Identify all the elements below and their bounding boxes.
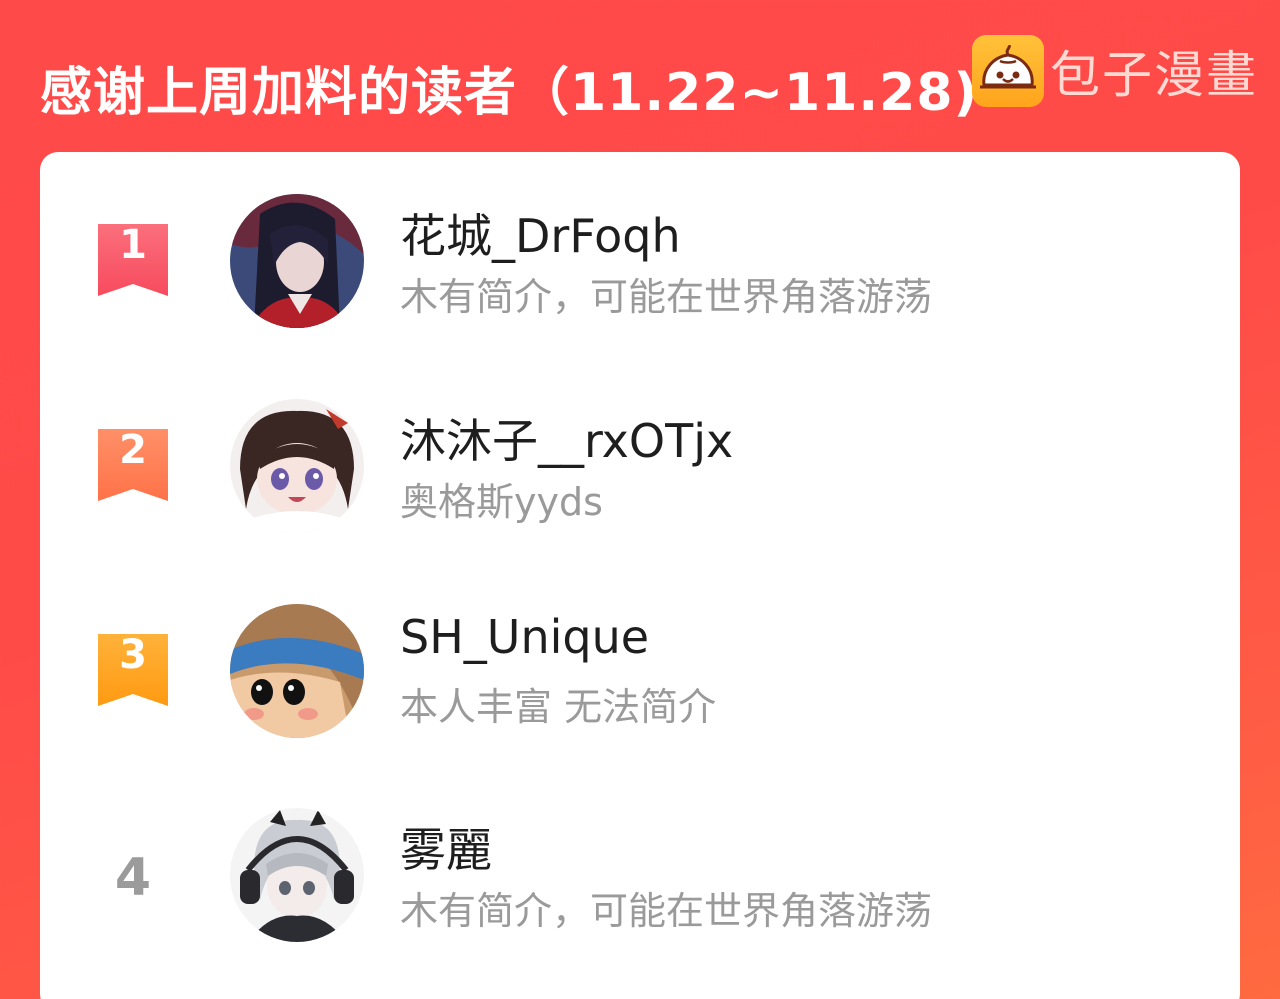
list-item[interactable]: 4 雾麗 木有简介，可能在世界角落游荡 xyxy=(40,808,1240,958)
username[interactable]: 雾麗 xyxy=(400,814,492,880)
avatar[interactable] xyxy=(230,604,364,738)
page-title: 感谢上周加料的读者（11.22~11.28) xyxy=(40,63,979,123)
rank-number: 4 xyxy=(114,848,152,908)
page-header: 感谢上周加料的读者（11.22~11.28) 包子漫畫 xyxy=(0,0,1280,150)
rank-number: 3 xyxy=(119,632,147,678)
rank-number: 2 xyxy=(119,427,147,473)
user-bio: 木有简介，可能在世界角落游荡 xyxy=(400,275,933,319)
avatar[interactable] xyxy=(230,194,364,328)
rank-number: 1 xyxy=(119,222,147,268)
username[interactable]: 花城_DrFoqh xyxy=(400,200,681,266)
list-item[interactable]: 2 沐沐子__rxOTjx 奥格斯yyds xyxy=(40,399,1240,549)
rank-ribbon-icon: 1 xyxy=(98,222,168,296)
avatar[interactable] xyxy=(230,808,364,942)
list-item[interactable]: 3 SH_Unique 本人丰富 无法简介 xyxy=(40,604,1240,754)
user-bio: 木有简介，可能在世界角落游荡 xyxy=(400,889,933,933)
reader-list-card: 1 花城_DrFoqh 木有简介，可能在世界角落游荡 2 沐沐子__rxOTjx… xyxy=(40,152,1240,999)
username[interactable]: 沐沐子__rxOTjx xyxy=(400,405,733,471)
user-bio: 本人丰富 无法简介 xyxy=(400,685,717,729)
rank-ribbon-icon: 3 xyxy=(98,632,168,706)
avatar[interactable] xyxy=(230,399,364,533)
user-bio: 奥格斯yyds xyxy=(400,480,603,524)
brand[interactable]: 包子漫畫 xyxy=(972,34,1258,108)
bun-logo-icon xyxy=(972,35,1044,107)
brand-name: 包子漫畫 xyxy=(1050,46,1258,104)
list-item[interactable]: 1 花城_DrFoqh 木有简介，可能在世界角落游荡 xyxy=(40,194,1240,344)
rank-ribbon-icon: 2 xyxy=(98,427,168,501)
username[interactable]: SH_Unique xyxy=(400,610,649,664)
